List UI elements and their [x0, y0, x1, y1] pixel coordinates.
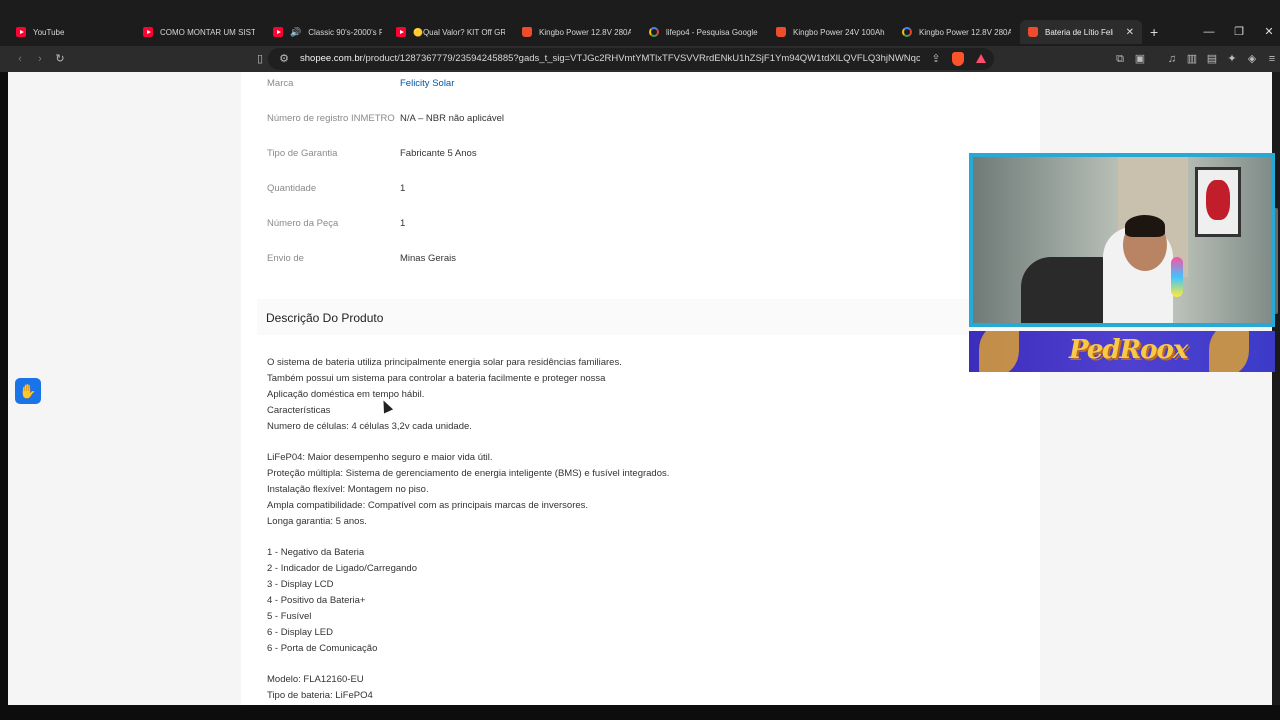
description-line: 1 - Negativo da Bateria — [267, 547, 365, 558]
brave-rewards-icon[interactable] — [976, 54, 986, 63]
minimize-icon[interactable]: — — [1194, 20, 1224, 44]
webcam-wall-frame — [1195, 167, 1241, 237]
tab-bateria-felicity[interactable]: Bateria de Lítio Felicity ✕ — [1020, 20, 1142, 44]
streamer-logo-text: PedRoox — [1069, 335, 1188, 365]
tab-classic-rnb[interactable]: 🔊 Classic 90's-2000's R&B — [265, 20, 390, 44]
palm-leaf-decoration — [1209, 331, 1249, 372]
tab-youtube[interactable]: YouTube — [8, 20, 133, 44]
description-line: 4 - Positivo da Bateria+ — [267, 595, 366, 606]
spec-value-envio: Minas Gerais — [400, 253, 456, 264]
shopee-icon — [776, 27, 786, 37]
browser-toolbar: ‹ › ↻ ▯ ⚙ shopee.com.br/product/12873677… — [0, 46, 1280, 72]
tab-qual-valor[interactable]: 🟡Qual Valor? KIT Off GRID — [388, 20, 513, 44]
close-tab-icon[interactable]: ✕ — [1126, 27, 1134, 38]
description-line: Proteção múltipla: Sistema de gerenciame… — [267, 468, 670, 479]
site-settings-icon[interactable]: ⚙ — [276, 51, 292, 67]
tab-label: YouTube — [33, 27, 65, 37]
tab-kingbo-24v[interactable]: Kingbo Power 24V 100Ah — [768, 20, 893, 44]
spec-value-marca-link[interactable]: Felicity Solar — [400, 78, 454, 89]
description-line: Também possui um sistema para controlar … — [267, 373, 606, 384]
leo-ai-icon[interactable]: ✦ — [1224, 51, 1240, 67]
spec-label-marca: Marca — [267, 78, 294, 89]
description-line: Características — [267, 405, 331, 416]
wallet-icon[interactable]: ▤ — [1204, 51, 1220, 67]
reload-icon[interactable]: ↻ — [52, 51, 68, 67]
spec-value-inmetro: N/A – NBR não aplicável — [400, 113, 505, 124]
description-line: Instalação flexível: Montagem no piso. — [267, 484, 429, 495]
spec-label-quantidade: Quantidade — [267, 183, 317, 194]
address-bar[interactable]: ⚙ shopee.com.br/product/1287367779/23594… — [268, 48, 994, 70]
extensions-icon[interactable]: ⧉ — [1112, 51, 1128, 67]
spec-label-envio: Envio de — [267, 253, 304, 264]
description-line: 6 - Display LED — [267, 627, 333, 638]
bookmark-icon[interactable]: ▯ — [252, 51, 268, 67]
youtube-icon — [396, 27, 406, 37]
speaker-icon[interactable]: 🔊 — [290, 27, 301, 37]
tab-kingbo-280[interactable]: Kingbo Power 12.8V 280Ah — [514, 20, 639, 44]
vpn-icon[interactable]: ◈ — [1244, 51, 1260, 67]
microphone-icon — [1171, 257, 1183, 297]
media-icon[interactable]: ♫ — [1164, 51, 1180, 67]
product-details-card: Marca Felicity Solar Número de registro … — [241, 72, 1040, 705]
description-title: Descrição Do Produto — [266, 311, 384, 325]
webcam-overlay — [969, 153, 1275, 327]
menu-icon[interactable]: ≡ — [1264, 51, 1280, 67]
description-line: Ampla compatibilidade: Compatível com as… — [267, 500, 589, 511]
url-host: shopee.com.br — [300, 53, 363, 64]
google-icon — [649, 27, 659, 37]
tab-label: COMO MONTAR UM SISTE — [160, 27, 255, 37]
accessibility-hand-icon[interactable]: ✋ — [15, 378, 41, 404]
spec-label-numero-peca: Número da Peça — [267, 218, 339, 229]
tab-label: Classic 90's-2000's R&B — [308, 27, 382, 37]
tab-label: lifepo4 - Pesquisa Google — [666, 27, 758, 37]
screenshot-icon[interactable]: ▣ — [1132, 51, 1148, 67]
spec-value-quantidade: 1 — [400, 183, 406, 194]
back-icon[interactable]: ‹ — [12, 51, 28, 67]
url-path: /product/1287367779/23594245885?gads_t_s… — [362, 53, 920, 64]
brave-shields-icon[interactable] — [952, 52, 964, 66]
description-line: O sistema de bateria utiliza principalme… — [267, 357, 622, 368]
bottom-edge — [0, 705, 1280, 720]
url-text: shopee.com.br/product/1287367779/2359424… — [300, 53, 920, 64]
tab-label: Kingbo Power 12.8V 280Ah — [539, 27, 631, 37]
description-line: Numero de células: 4 células 3,2v cada u… — [267, 421, 472, 432]
palm-leaf-decoration — [979, 331, 1019, 372]
tab-label: Kingbo Power 12.8V 280Ah — [919, 27, 1011, 37]
tab-como-montar[interactable]: COMO MONTAR UM SISTE — [135, 20, 263, 44]
shopee-icon — [1028, 27, 1038, 37]
spec-label-inmetro: Número de registro INMETRO — [267, 113, 395, 124]
youtube-icon — [16, 27, 26, 37]
description-line: Longa garantia: 5 anos. — [267, 516, 367, 527]
spec-label-garantia: Tipo de Garantia — [267, 148, 338, 159]
description-line: 3 - Display LCD — [267, 579, 334, 590]
spec-value-garantia: Fabricante 5 Anos — [400, 148, 477, 159]
browser-tab-strip: YouTube COMO MONTAR UM SISTE 🔊 Classic 9… — [0, 0, 1280, 46]
tab-lifepo4-search[interactable]: lifepo4 - Pesquisa Google — [641, 20, 766, 44]
forward-icon[interactable]: › — [32, 51, 48, 67]
tab-kingbo-280-google[interactable]: Kingbo Power 12.8V 280Ah — [894, 20, 1019, 44]
youtube-icon — [143, 27, 153, 37]
description-line: Tipo de bateria: LiFePO4 — [267, 690, 373, 701]
description-line: 6 - Porta de Comunicação — [267, 643, 378, 654]
description-line: Modelo: FLA12160-EU — [267, 674, 364, 685]
webcam-person-hair — [1125, 215, 1165, 237]
new-tab-icon[interactable]: + — [1150, 20, 1158, 44]
spec-value-numero-peca: 1 — [400, 218, 406, 229]
youtube-icon — [273, 27, 283, 37]
description-line: 5 - Fusível — [267, 611, 312, 622]
restore-icon[interactable]: ❐ — [1224, 20, 1254, 44]
google-icon — [902, 27, 912, 37]
share-icon[interactable]: ⇪ — [928, 51, 944, 67]
tab-label: Kingbo Power 24V 100Ah — [793, 27, 885, 37]
tab-label: 🟡Qual Valor? KIT Off GRID — [413, 27, 505, 37]
tab-label: Bateria de Lítio Felicity — [1045, 27, 1113, 37]
description-line: 2 - Indicador de Ligado/Carregando — [267, 563, 417, 574]
description-line: LiFeP04: Maior desempenho seguro e maior… — [267, 452, 493, 463]
streamer-banner: PedRoox — [969, 331, 1275, 372]
sidebar-icon[interactable]: ▥ — [1184, 51, 1200, 67]
close-window-icon[interactable]: ✕ — [1254, 20, 1280, 44]
description-line: Aplicação doméstica em tempo hábil. — [267, 389, 425, 400]
shopee-icon — [522, 27, 532, 37]
description-header: Descrição Do Produto — [257, 299, 1040, 335]
